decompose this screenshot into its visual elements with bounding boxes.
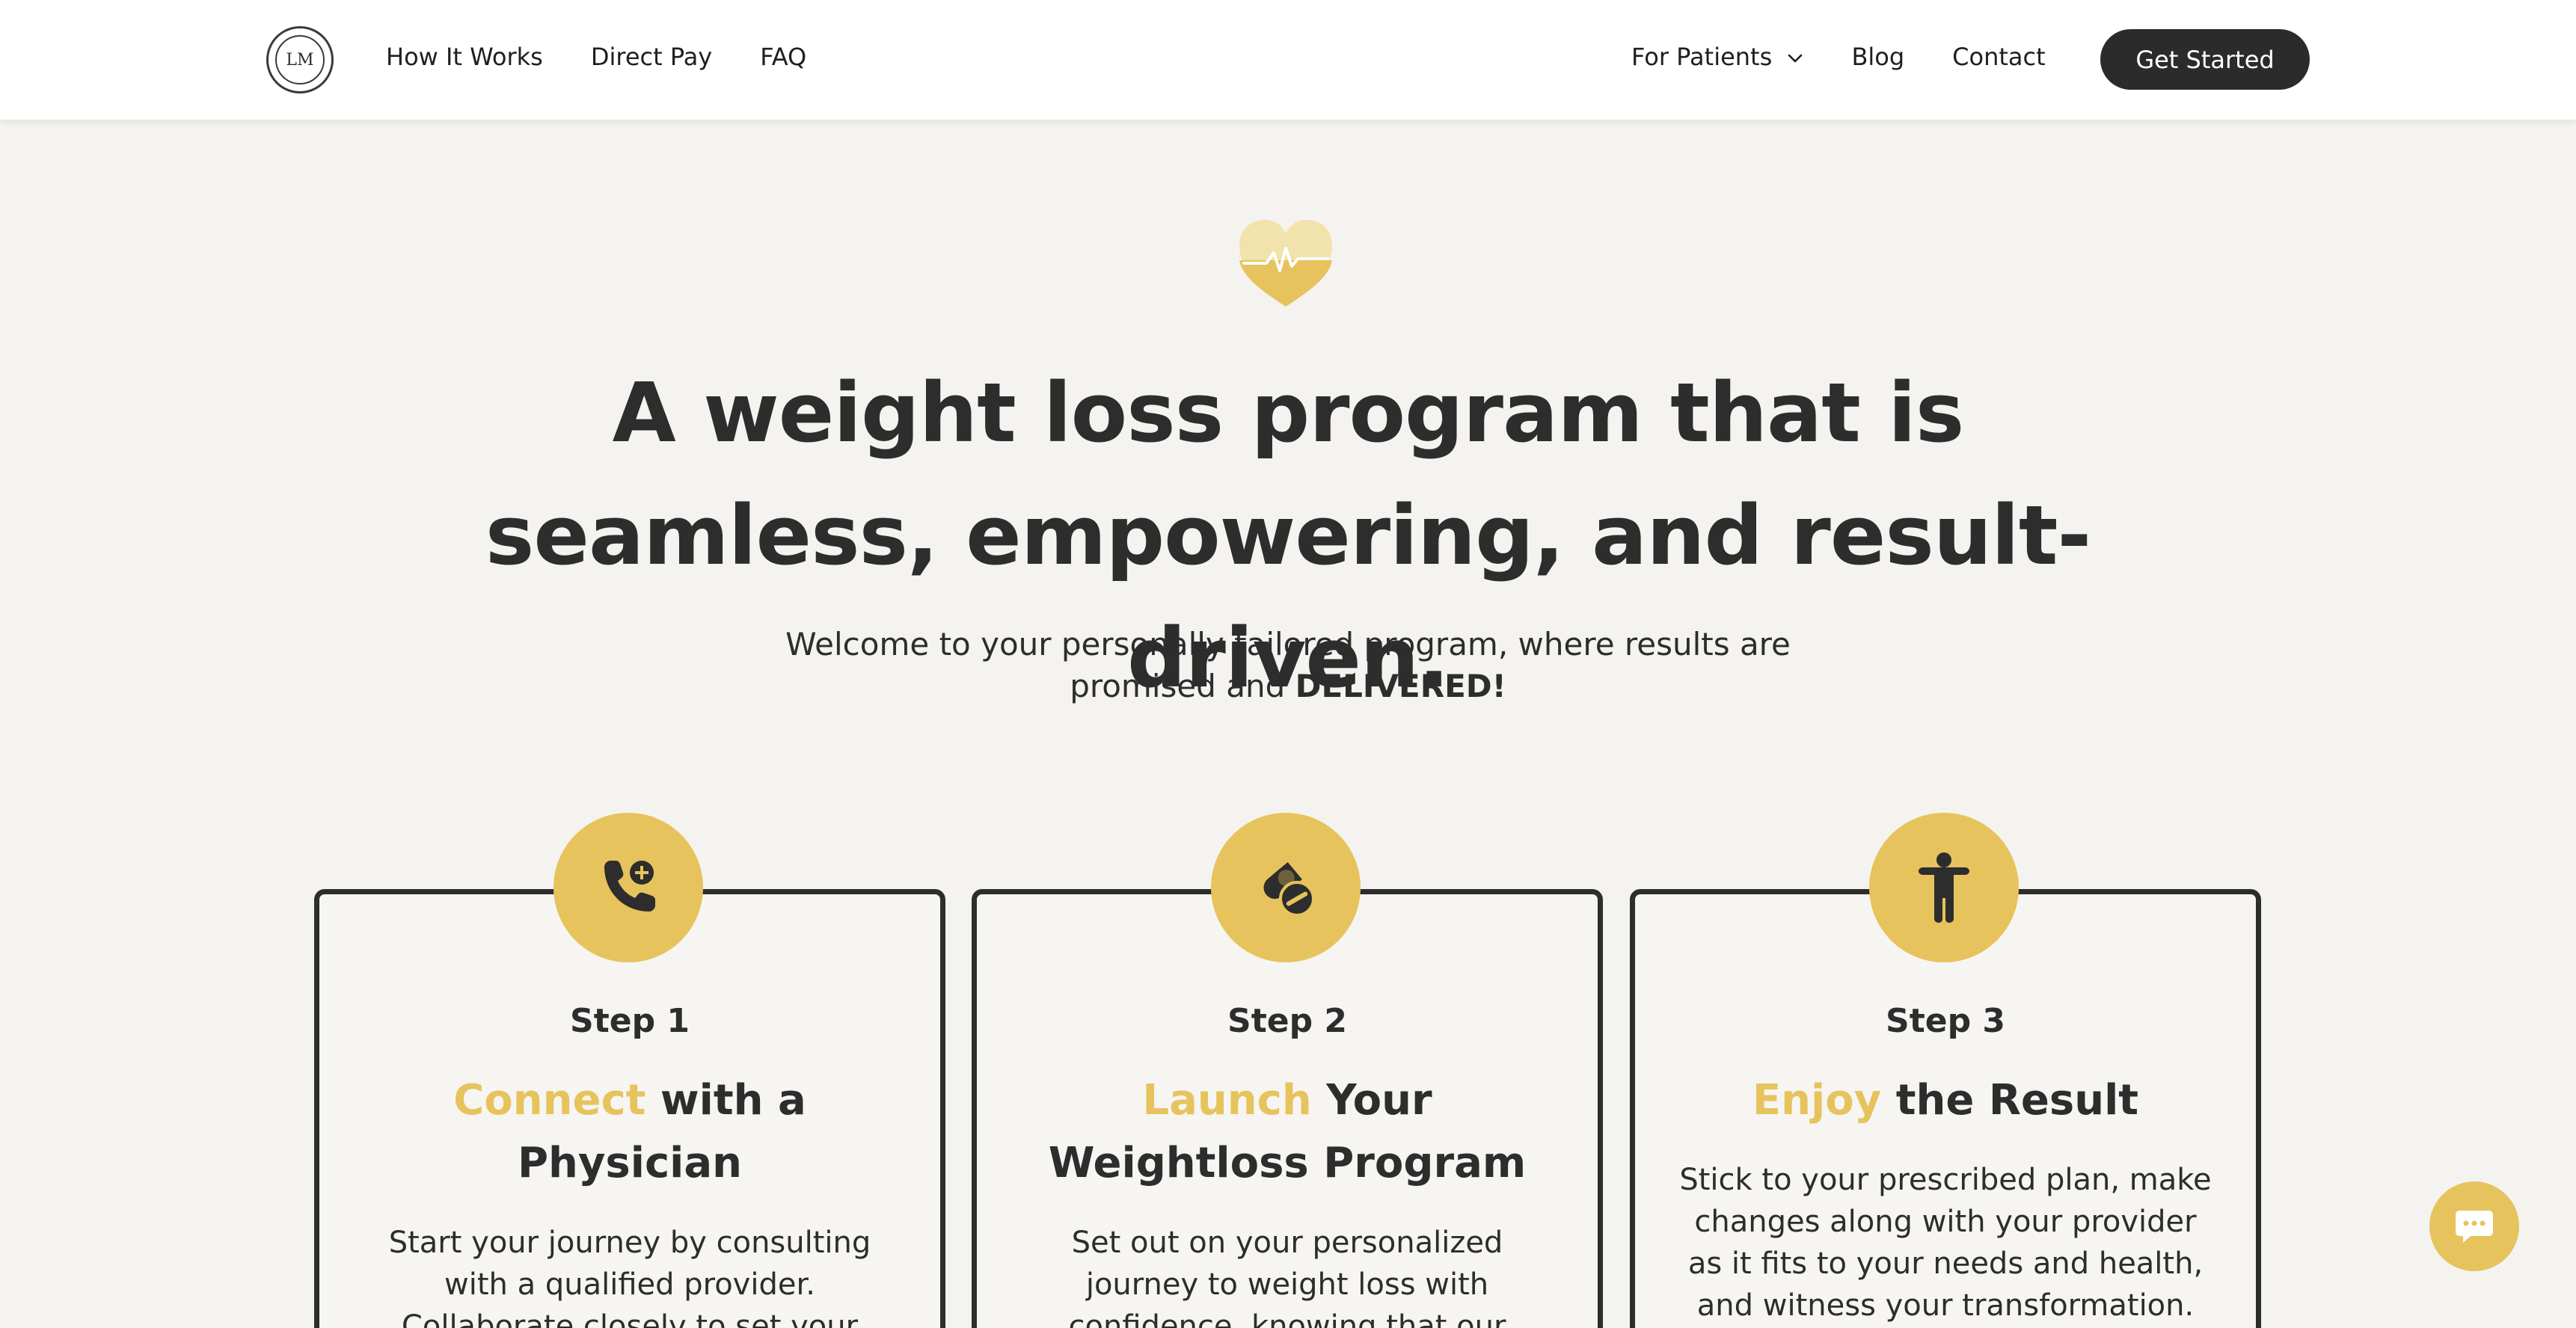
step-3-title-accent: Enjoy bbox=[1752, 1076, 1882, 1125]
phone-plus-icon bbox=[604, 861, 655, 912]
step-3-label: Step 3 bbox=[1886, 1002, 2005, 1040]
nav-blog[interactable]: Blog bbox=[1851, 40, 1904, 73]
step-3-title: Enjoy the Result bbox=[1630, 1069, 2261, 1132]
step-3-icon-circle bbox=[1869, 813, 2019, 962]
hero-subtitle: Welcome to your personally tailored prog… bbox=[748, 624, 1828, 707]
step-2-label: Step 2 bbox=[1227, 1002, 1347, 1040]
site-header: LM How It Works Direct Pay FAQ For Patie… bbox=[0, 0, 2576, 120]
nav-for-patients-label: For Patients bbox=[1631, 43, 1773, 71]
step-2-title: Launch Your Weightloss Program bbox=[972, 1069, 1603, 1195]
site-logo[interactable]: LM bbox=[266, 26, 334, 93]
step-1-icon-circle bbox=[553, 813, 703, 962]
step-1-description: Start your journey by consulting with a … bbox=[388, 1226, 871, 1328]
get-started-button[interactable]: Get Started bbox=[2100, 29, 2310, 90]
step-1-label: Step 1 bbox=[570, 1002, 690, 1040]
person-icon bbox=[1919, 852, 1969, 923]
step-2-icon-circle bbox=[1211, 813, 1361, 962]
step-3-title-rest: the Result bbox=[1881, 1076, 2139, 1125]
nav-how-it-works[interactable]: How It Works bbox=[386, 40, 543, 73]
step-3-description: Stick to your prescribed plan, make chan… bbox=[1679, 1163, 2212, 1323]
nav-for-patients[interactable]: For Patients bbox=[1631, 40, 1803, 73]
hero-subtitle-emphasis: DELIVERED! bbox=[1295, 668, 1506, 704]
pills-icon bbox=[1263, 862, 1315, 917]
primary-nav: How It Works Direct Pay FAQ bbox=[386, 40, 806, 73]
step-1-title: Connect with a Physician bbox=[314, 1069, 945, 1195]
nav-direct-pay[interactable]: Direct Pay bbox=[591, 40, 712, 73]
heart-pulse-icon bbox=[1239, 220, 1332, 307]
step-2-description: Set out on your personalized journey to … bbox=[1068, 1226, 1506, 1328]
chevron-down-icon bbox=[1788, 54, 1803, 63]
chat-bubble-icon bbox=[2456, 1211, 2493, 1243]
chat-button[interactable] bbox=[2429, 1181, 2519, 1271]
nav-contact[interactable]: Contact bbox=[1952, 40, 2046, 73]
step-2-title-accent: Launch bbox=[1142, 1076, 1312, 1125]
nav-faq[interactable]: FAQ bbox=[760, 40, 806, 73]
secondary-nav: For Patients Blog Contact bbox=[1631, 40, 2046, 73]
step-1-title-accent: Connect bbox=[453, 1076, 646, 1125]
hero-subtitle-text: Welcome to your personally tailored prog… bbox=[785, 626, 1791, 704]
logo-monogram: LM bbox=[275, 35, 325, 84]
